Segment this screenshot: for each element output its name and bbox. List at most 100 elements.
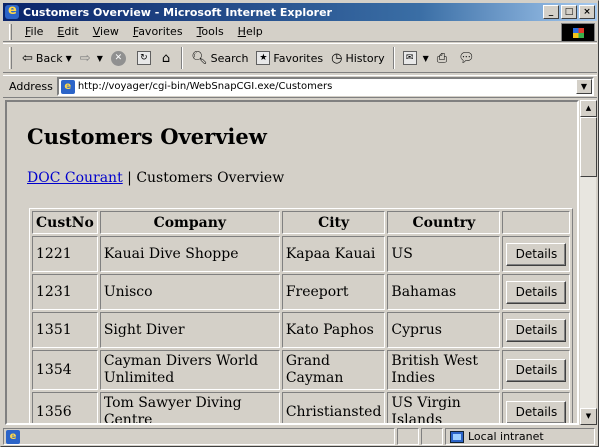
table-row: 1221 Kauai Dive Shoppe Kapaa Kauai US De… — [32, 236, 571, 272]
column-header-company: Company — [99, 211, 280, 234]
cell-custno: 1231 — [32, 274, 98, 310]
column-header-custno: CustNo — [32, 211, 98, 234]
details-button[interactable]: Details — [506, 242, 567, 266]
browser-window: Customers Overview - Microsoft Internet … — [0, 0, 599, 447]
cell-city: Christiansted — [281, 392, 386, 423]
breadcrumb: DOC Courant | Customers Overview — [27, 170, 284, 186]
window-title: Customers Overview - Microsoft Internet … — [23, 5, 332, 19]
refresh-icon: ↻ — [136, 51, 151, 65]
cell-custno: 1354 — [32, 350, 98, 390]
menu-bar: File Edit View Favorites Tools Help — [3, 22, 597, 42]
zone-label: Local intranet — [468, 430, 544, 443]
address-bar: Address e http://voyager/cgi-bin/WebSnap… — [3, 75, 597, 98]
table-header-row: CustNo Company City Country — [32, 211, 571, 234]
menu-file[interactable]: File — [18, 25, 50, 38]
status-panel — [397, 428, 419, 445]
print-icon: ⎙ — [436, 50, 448, 66]
breadcrumb-link-doc-courant[interactable]: DOC Courant — [27, 170, 123, 186]
details-button[interactable]: Details — [506, 318, 567, 342]
toolbar-grip[interactable] — [9, 47, 12, 69]
toolbar-separator — [181, 47, 184, 69]
home-button[interactable]: ⌂ — [158, 46, 177, 70]
menu-favorites[interactable]: Favorites — [126, 25, 190, 38]
cell-custno: 1351 — [32, 312, 98, 348]
cell-actions: Details — [502, 392, 571, 423]
scroll-thumb[interactable] — [580, 117, 597, 177]
menu-help[interactable]: Help — [231, 25, 270, 38]
chevron-down-icon[interactable]: ▼ — [97, 54, 103, 63]
customers-table: CustNo Company City Country 1221 Kauai D… — [29, 208, 574, 423]
cell-country: British West Indies — [387, 350, 501, 390]
windows-logo-throbber — [561, 23, 595, 42]
scroll-up-button[interactable]: ▲ — [580, 100, 597, 117]
mail-button[interactable]: ✉ ▼ — [399, 46, 433, 70]
history-button[interactable]: ◷ History — [327, 46, 388, 70]
back-label: Back — [35, 51, 63, 65]
status-zone-panel: Local intranet — [445, 428, 595, 445]
table-row: 1231 Unisco Freeport Bahamas Details — [32, 274, 571, 310]
favorites-label: Favorites — [273, 51, 324, 65]
cell-actions: Details — [502, 274, 571, 310]
scroll-down-button[interactable]: ▼ — [580, 408, 597, 425]
cell-custno: 1356 — [32, 392, 98, 423]
maximize-button[interactable]: □ — [561, 5, 577, 19]
print-button[interactable]: ⎙ — [433, 46, 454, 70]
stop-button[interactable]: ✕ — [107, 46, 133, 70]
address-dropdown-button[interactable]: ▼ — [576, 79, 592, 94]
history-icon: ◷ — [331, 50, 343, 66]
cell-company: Unisco — [99, 274, 280, 310]
breadcrumb-separator: | — [122, 170, 137, 186]
page-icon: e — [60, 79, 75, 94]
details-button[interactable]: Details — [506, 280, 567, 304]
address-input[interactable]: e http://voyager/cgi-bin/WebSnapCGI.exe/… — [56, 77, 594, 96]
cell-actions: Details — [502, 312, 571, 348]
cell-company: Cayman Divers World Unlimited — [99, 350, 280, 390]
close-button[interactable]: × — [579, 5, 595, 19]
local-intranet-icon — [450, 430, 464, 443]
toolbar-separator — [392, 47, 395, 69]
discuss-icon: 💬︎ — [458, 50, 475, 66]
table-row: 1354 Cayman Divers World Unlimited Grand… — [32, 350, 571, 390]
cell-country: Cyprus — [387, 312, 501, 348]
cell-custno: 1221 — [32, 236, 98, 272]
breadcrumb-current: Customers Overview — [136, 170, 285, 186]
vertical-scrollbar[interactable]: ▲ ▼ — [579, 100, 597, 425]
discuss-button[interactable]: 💬︎ — [454, 46, 482, 70]
menu-edit[interactable]: Edit — [50, 25, 85, 38]
column-header-actions — [502, 211, 571, 234]
page-icon: e — [6, 429, 20, 444]
table-row: 1356 Tom Sawyer Diving Centre Christians… — [32, 392, 571, 423]
details-button[interactable]: Details — [506, 358, 567, 382]
cell-city: Kapaa Kauai — [281, 236, 386, 272]
chevron-down-icon[interactable]: ▼ — [66, 54, 72, 63]
chevron-down-icon[interactable]: ▼ — [423, 54, 429, 63]
cell-actions: Details — [502, 236, 571, 272]
standard-toolbar: ⇦ Back ▼ ⇨ ▼ ✕ ↻ ⌂ 🔍︎ Search ★ Favorites… — [3, 43, 597, 73]
history-label: History — [345, 51, 385, 65]
menubar-grip[interactable] — [9, 23, 12, 40]
favorites-button[interactable]: ★ Favorites — [252, 46, 327, 70]
title-bar: Customers Overview - Microsoft Internet … — [3, 3, 597, 21]
address-label: Address — [9, 80, 53, 93]
back-arrow-icon: ⇦ — [22, 50, 33, 66]
cell-city: Freeport — [281, 274, 386, 310]
status-bar: e Local intranet — [3, 427, 597, 446]
cell-city: Grand Cayman — [281, 350, 386, 390]
internet-explorer-icon — [5, 3, 19, 19]
cell-actions: Details — [502, 350, 571, 390]
details-button[interactable]: Details — [506, 400, 567, 423]
search-button[interactable]: 🔍︎ Search — [187, 46, 252, 70]
home-icon: ⌂ — [161, 50, 171, 66]
menu-tools[interactable]: Tools — [190, 25, 231, 38]
back-button[interactable]: ⇦ Back ▼ — [18, 46, 76, 70]
column-header-city: City — [281, 211, 386, 234]
cell-country: Bahamas — [387, 274, 501, 310]
menu-view[interactable]: View — [86, 25, 126, 38]
refresh-button[interactable]: ↻ — [133, 46, 158, 70]
search-icon: 🔍︎ — [191, 50, 208, 66]
address-url[interactable]: http://voyager/cgi-bin/WebSnapCGI.exe/Cu… — [78, 81, 576, 92]
cell-company: Sight Diver — [99, 312, 280, 348]
status-main-panel: e — [3, 428, 395, 445]
minimize-button[interactable]: _ — [543, 5, 559, 19]
forward-button[interactable]: ⇨ ▼ — [76, 46, 107, 70]
